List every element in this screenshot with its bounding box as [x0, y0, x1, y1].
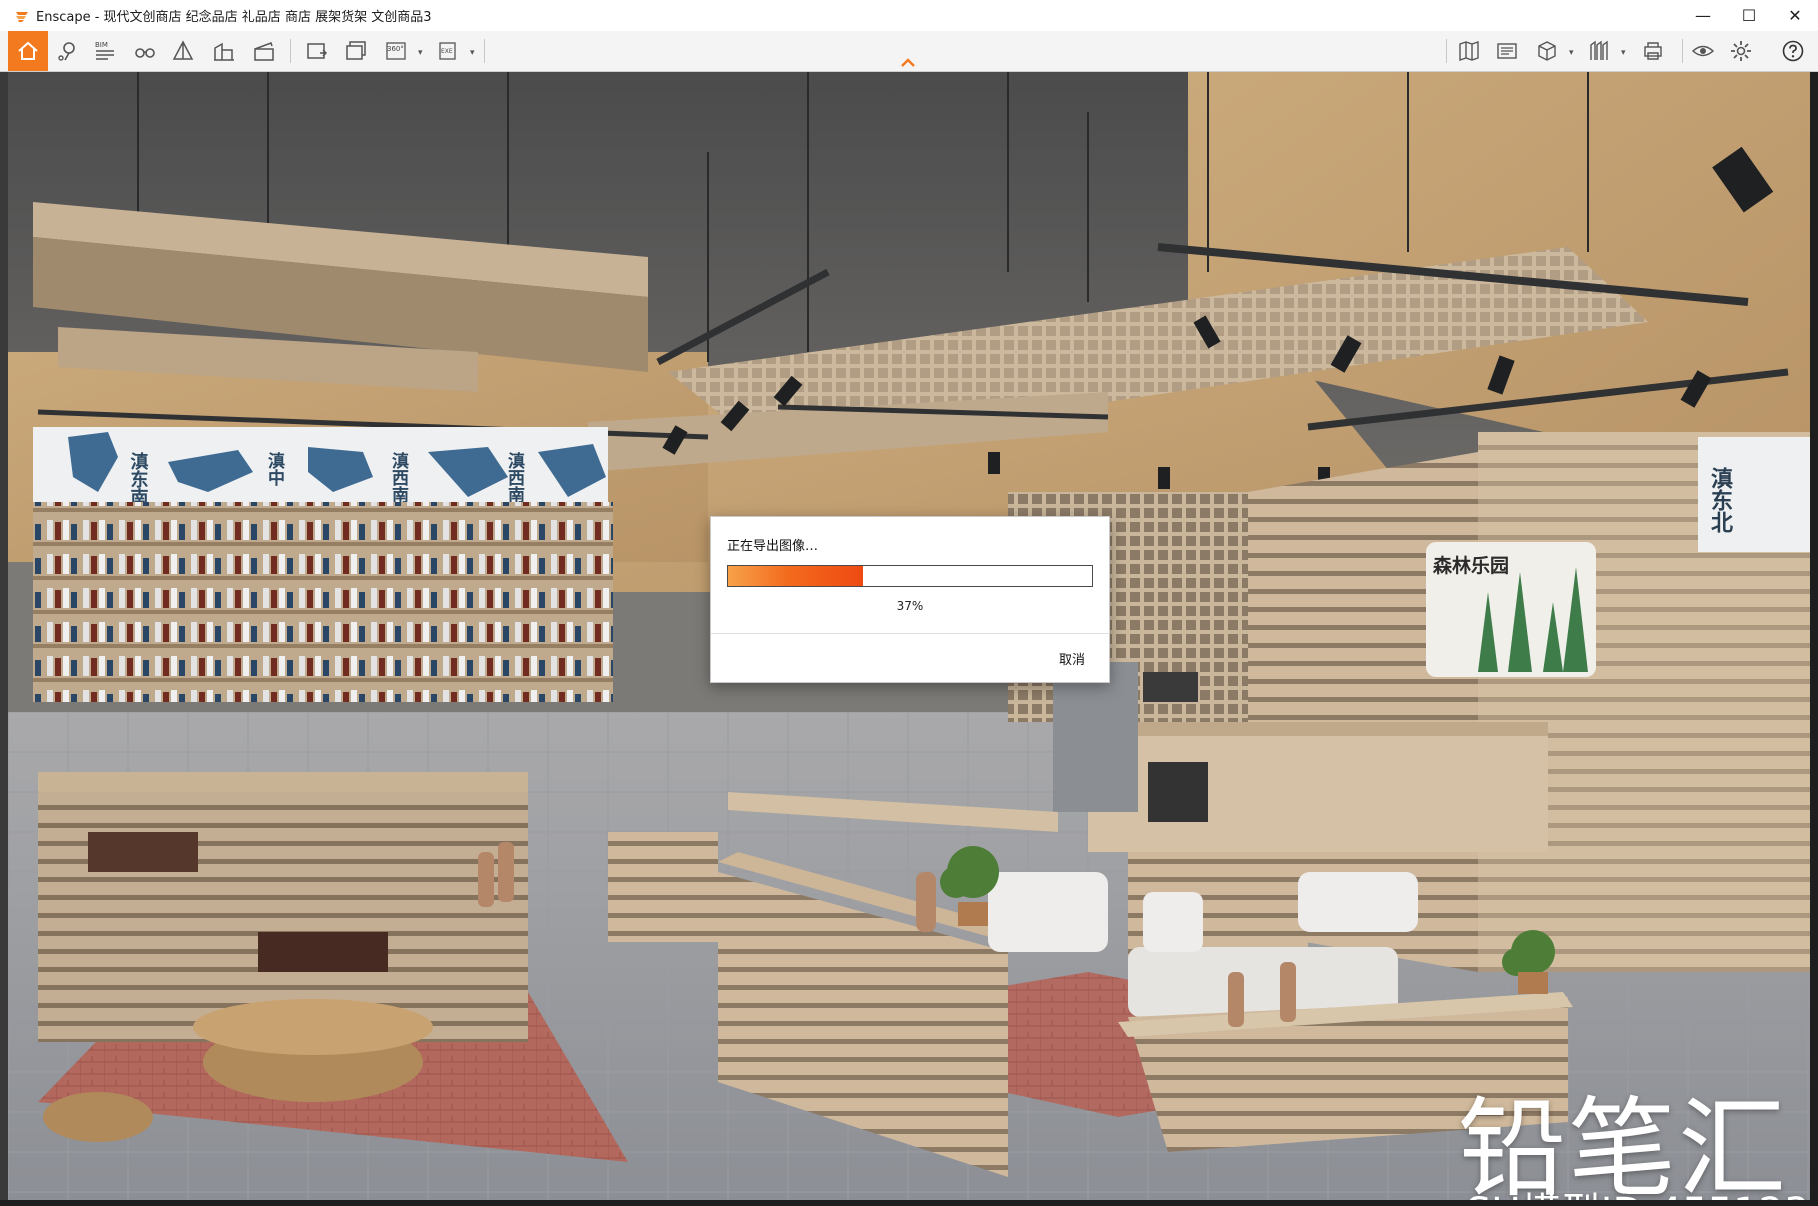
binoculars-icon: [135, 48, 155, 58]
map-pin-icon: [58, 42, 75, 61]
eye-icon: [1691, 45, 1715, 57]
buildings-icon: [214, 42, 234, 61]
settings-button[interactable]: [1724, 35, 1758, 67]
panorama-360-icon: 360°: [386, 42, 406, 60]
view-management-icon: [1497, 43, 1517, 59]
batch-render-button[interactable]: [340, 35, 374, 67]
toolbar-separator: [484, 39, 485, 63]
sign-dian-xinan: 滇西南: [388, 451, 409, 504]
exe-export-icon: EXE: [439, 42, 456, 60]
visual-settings-button[interactable]: [1686, 35, 1720, 67]
cancel-button[interactable]: 取消: [1059, 649, 1085, 668]
cube-icon: [1538, 41, 1556, 61]
enscape-logo-icon: [16, 11, 28, 22]
help-button[interactable]: [1776, 35, 1810, 67]
toolbar-separator: [1446, 39, 1447, 63]
export-progress-bar: [727, 565, 1093, 587]
image-export-icon: [307, 43, 328, 59]
cube-button[interactable]: [1530, 35, 1564, 67]
location-button[interactable]: [50, 35, 84, 67]
sections-button[interactable]: [1582, 35, 1616, 67]
perspective-button[interactable]: [166, 35, 200, 67]
collaborate-button[interactable]: [1636, 35, 1670, 67]
export-exe-button[interactable]: EXE: [432, 35, 466, 67]
bim-label: BIM: [95, 41, 108, 49]
panorama-button[interactable]: 360°: [380, 35, 414, 67]
clapper-button[interactable]: [247, 35, 281, 67]
window-left-border: [0, 72, 8, 1206]
dialog-title: 正在导出图像…: [727, 539, 819, 554]
window-bottom-border: [0, 1200, 1818, 1206]
home-icon: [18, 41, 38, 60]
clapperboard-icon: [254, 42, 274, 61]
enscape-toolbar: BIM 360° ▾ EXE ▾ ▾ ▾: [0, 31, 1818, 72]
gear-icon: [1731, 41, 1751, 61]
asset-library-button[interactable]: [207, 35, 241, 67]
bim-button[interactable]: BIM: [88, 35, 122, 67]
collapse-toolbar-chevron-icon[interactable]: [899, 56, 917, 68]
sign-dian-zhong: 滇中: [264, 451, 285, 487]
panorama-dropdown-chevron-icon[interactable]: ▾: [418, 48, 423, 58]
export-progress-dialog: 正在导出图像… 37% 取消: [710, 516, 1110, 683]
cube-dropdown-chevron-icon[interactable]: ▾: [1569, 48, 1574, 58]
toolbar-separator: [290, 39, 291, 63]
dialog-divider: [711, 633, 1109, 634]
close-button[interactable]: ✕: [1772, 0, 1818, 31]
sign-dian-xinan-2: 滇西南: [504, 451, 525, 504]
section-planes-icon: [1590, 40, 1608, 60]
views-button[interactable]: [1490, 35, 1524, 67]
minimize-button[interactable]: —: [1680, 0, 1726, 31]
binoculars-button[interactable]: [128, 35, 162, 67]
progress-percent: 37%: [896, 599, 924, 613]
pano-label: 360°: [387, 45, 404, 53]
printer-cloud-icon: [1644, 42, 1662, 60]
bim-icon: BIM: [95, 41, 114, 60]
map-view-button[interactable]: [1452, 35, 1486, 67]
exe-label: EXE: [441, 48, 453, 55]
pyramid-icon: [172, 40, 194, 60]
home-button[interactable]: [8, 31, 48, 71]
title-bar: Enscape - 现代文创商店 纪念品店 礼品店 商店 展架货架 文创商品3 …: [0, 0, 1818, 32]
window-controls: — ☐ ✕: [1680, 0, 1818, 31]
help-icon: [1782, 40, 1804, 62]
sections-dropdown-chevron-icon[interactable]: ▾: [1621, 48, 1626, 58]
window-title: Enscape - 现代文创商店 纪念品店 礼品店 商店 展架货架 文创商品3: [36, 10, 432, 25]
screenshot-button[interactable]: [300, 35, 334, 67]
sign-dian-dongbei: 滇东北: [1707, 467, 1733, 533]
toolbar-separator: [1682, 39, 1683, 63]
sign-dian-dongnan: 滇东南: [128, 451, 149, 507]
forest-paradise-text: 森林乐园: [1433, 554, 1509, 577]
map-icon: [1459, 41, 1479, 61]
maximize-button[interactable]: ☐: [1726, 0, 1772, 31]
window-right-border: [1810, 72, 1818, 1206]
export-dropdown-chevron-icon[interactable]: ▾: [470, 48, 475, 58]
batch-images-icon: [346, 41, 366, 60]
watermark-model-id: SU模型ID:455123: [1466, 1180, 1809, 1200]
export-progress-fill: [728, 566, 863, 586]
